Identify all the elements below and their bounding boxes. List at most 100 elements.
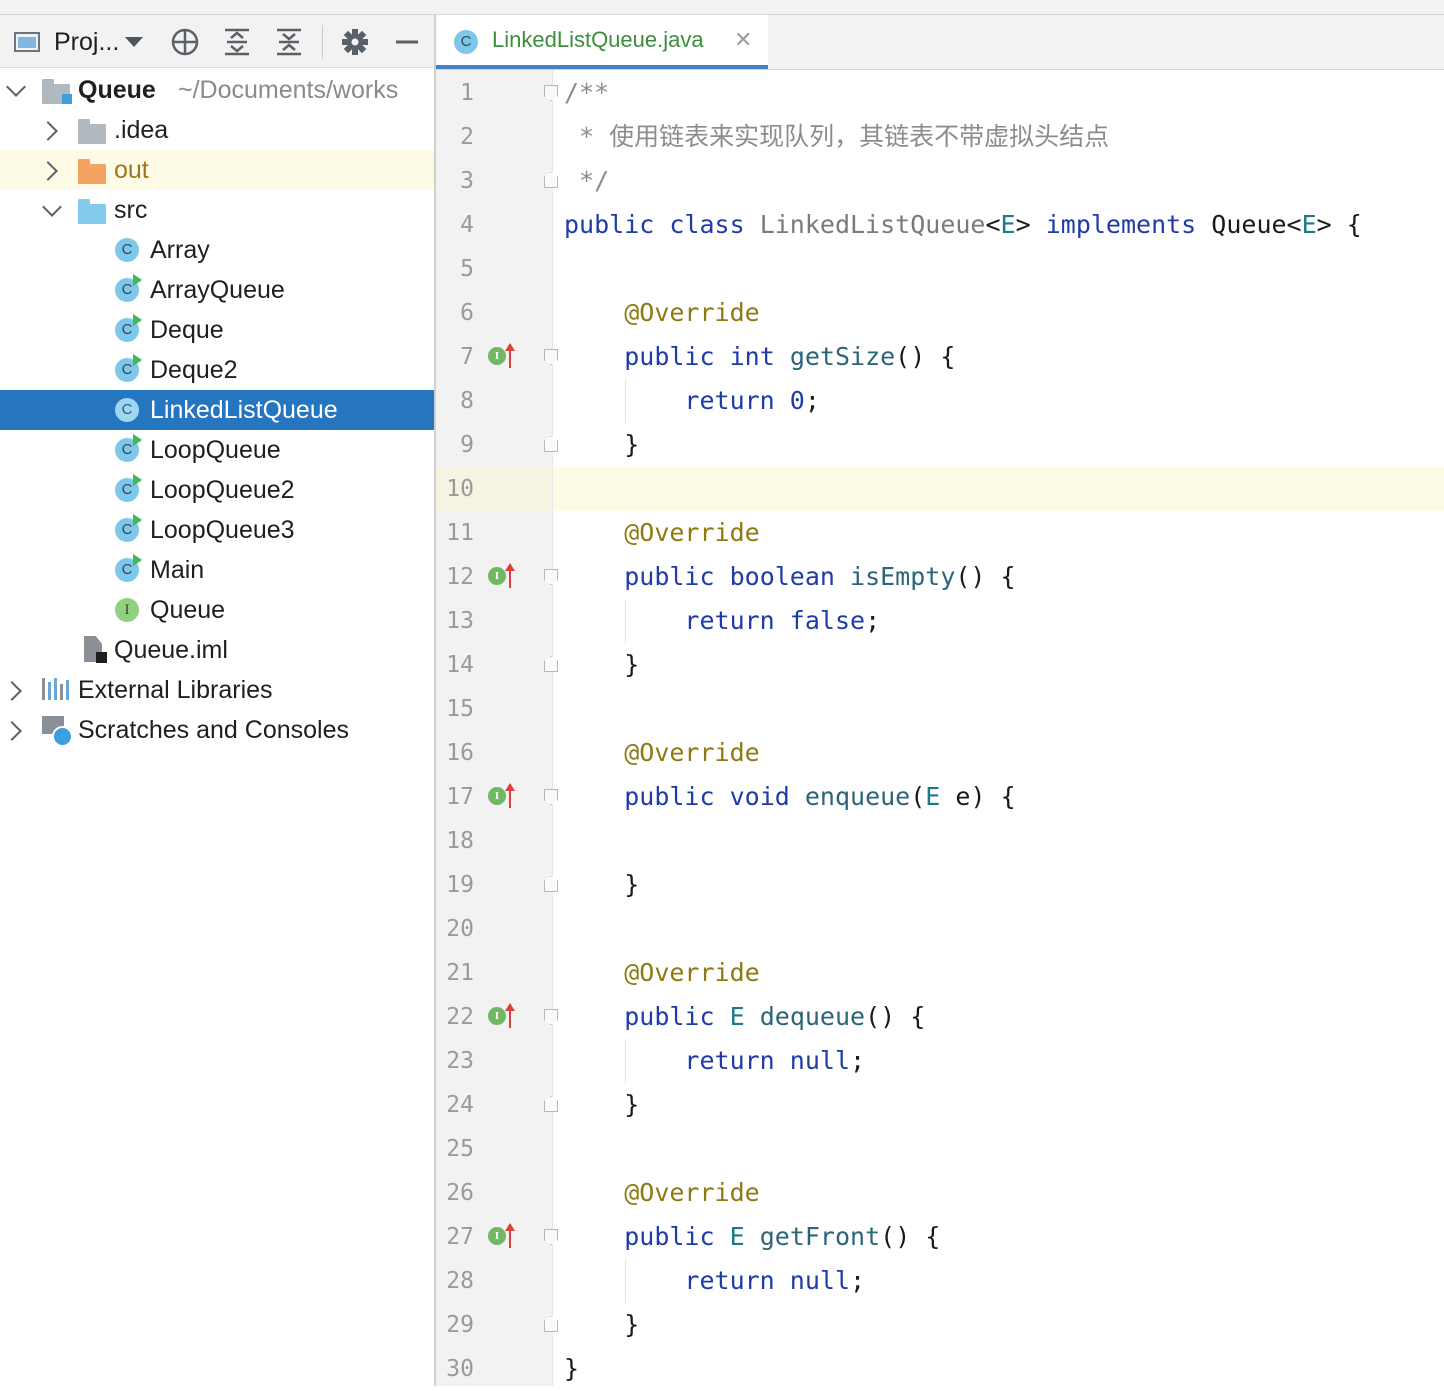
code-line: return 0; (684, 386, 820, 415)
tree-item-label: Queue.iml (114, 635, 228, 664)
chevron-down-icon (125, 37, 144, 47)
line-number: 9 (460, 432, 474, 458)
run-badge-icon (133, 474, 142, 486)
expand-all-button[interactable] (222, 27, 252, 57)
code-line: public void enqueue(E e) { (624, 782, 1016, 811)
tree-item-label: Main (150, 555, 205, 584)
class-icon: C (115, 398, 139, 422)
code-line: return false; (684, 606, 881, 635)
line-number: 25 (446, 1136, 474, 1162)
implements-method-marker[interactable]: I (488, 343, 518, 370)
code-line: } (564, 1310, 640, 1339)
line-number: 26 (446, 1180, 474, 1206)
expand-all-icon (225, 28, 249, 56)
line-number: 24 (446, 1092, 474, 1118)
toolbar-divider (322, 25, 323, 59)
tree-item-label: Scratches and Consoles (78, 715, 349, 744)
arrow-up-icon (505, 1223, 515, 1248)
tree-item-loopqueue2[interactable]: C LoopQueue2 (0, 470, 434, 510)
tree-item-queue-interface[interactable]: I Queue (0, 590, 434, 630)
project-panel: Proj... Queue ~/Documents/works .idea ou… (0, 15, 434, 1386)
interface-method-icon: I (488, 1227, 506, 1245)
tree-item-label: LoopQueue (150, 435, 281, 464)
line-number: 17 (446, 784, 474, 810)
interface-icon: I (115, 598, 139, 622)
line-number: 23 (446, 1048, 474, 1074)
code-line: public int getSize() { (624, 342, 956, 371)
line-number: 22 (446, 1004, 474, 1030)
fold-gutter-line (552, 70, 553, 1386)
line-number: 14 (446, 652, 474, 678)
line-number: 30 (446, 1356, 474, 1382)
active-tab-indicator (436, 65, 768, 69)
code-line: } (564, 1354, 580, 1383)
implements-method-marker[interactable]: I (488, 1223, 518, 1250)
tree-item-queue-module[interactable]: Queue ~/Documents/works (0, 70, 434, 110)
implements-method-marker[interactable]: I (488, 563, 518, 590)
chevron-right-icon[interactable] (38, 161, 58, 181)
tree-item-idea[interactable]: .idea (0, 110, 434, 150)
tree-item-label: External Libraries (78, 675, 273, 704)
interface-method-icon: I (488, 567, 506, 585)
libraries-icon (42, 678, 70, 700)
tree-item-label: LoopQueue2 (150, 475, 295, 504)
run-badge-icon (133, 274, 142, 286)
tree-item-deque[interactable]: C Deque (0, 310, 434, 350)
tree-item-queue-iml[interactable]: Queue.iml (0, 630, 434, 670)
tree-item-linkedlistqueue[interactable]: C LinkedListQueue (0, 390, 434, 430)
code-line: return null; (684, 1046, 866, 1075)
tree-item-label: Array (150, 235, 210, 264)
locate-file-button[interactable] (170, 27, 200, 57)
line-number: 7 (460, 344, 474, 370)
line-number: 20 (446, 916, 474, 942)
tree-item-label: Deque (150, 315, 224, 344)
code-line: } (564, 430, 640, 459)
tree-item-deque2[interactable]: C Deque2 (0, 350, 434, 390)
tree-item-label: Queue (78, 75, 156, 104)
tree-item-array[interactable]: C Array (0, 230, 434, 270)
settings-button[interactable] (340, 27, 370, 57)
chevron-down-icon[interactable] (6, 77, 26, 97)
implements-method-marker[interactable]: I (488, 783, 518, 810)
line-number: 27 (446, 1224, 474, 1250)
code-line: @Override (624, 738, 760, 767)
code-line: return null; (684, 1266, 866, 1295)
tree-item-loopqueue3[interactable]: C LoopQueue3 (0, 510, 434, 550)
line-number: 19 (446, 872, 474, 898)
tree-item-out[interactable]: out (0, 150, 434, 190)
tree-item-label: Queue (150, 595, 226, 624)
project-window-icon (14, 32, 40, 52)
tree-item-main[interactable]: C Main (0, 550, 434, 590)
chevron-down-icon[interactable] (42, 197, 62, 217)
run-badge-icon (133, 434, 142, 446)
line-number: 12 (446, 564, 474, 590)
crosshair-icon (171, 28, 199, 56)
line-number: 10 (446, 476, 474, 502)
tree-item-src[interactable]: src (0, 190, 434, 230)
line-number: 21 (446, 960, 474, 986)
tree-item-arrayqueue[interactable]: C ArrayQueue (0, 270, 434, 310)
code-line: */ (564, 166, 610, 195)
collapse-all-button[interactable] (274, 27, 304, 57)
tab-linkedlistqueue-java[interactable]: C LinkedListQueue.java ✕ (436, 15, 768, 69)
arrow-up-icon (505, 783, 515, 808)
excluded-folder-icon (78, 159, 106, 184)
clock-icon (52, 726, 73, 747)
chevron-right-icon[interactable] (2, 681, 22, 701)
arrow-up-icon (505, 343, 515, 368)
arrow-up-icon (505, 1003, 515, 1028)
tree-item-label: LinkedListQueue (150, 395, 338, 424)
line-number: 3 (460, 168, 474, 194)
tree-item-scratches[interactable]: Scratches and Consoles (0, 710, 434, 750)
run-badge-icon (133, 354, 142, 366)
chevron-right-icon[interactable] (38, 121, 58, 141)
close-icon[interactable]: ✕ (734, 27, 752, 53)
implements-method-marker[interactable]: I (488, 1003, 518, 1030)
hide-panel-button[interactable] (392, 27, 422, 57)
chevron-right-icon[interactable] (2, 721, 22, 741)
tree-item-external-libraries[interactable]: External Libraries (0, 670, 434, 710)
line-number: 16 (446, 740, 474, 766)
tree-item-loopqueue[interactable]: C LoopQueue (0, 430, 434, 470)
project-view-selector[interactable]: Proj... (14, 27, 144, 57)
run-badge-icon (133, 554, 142, 566)
